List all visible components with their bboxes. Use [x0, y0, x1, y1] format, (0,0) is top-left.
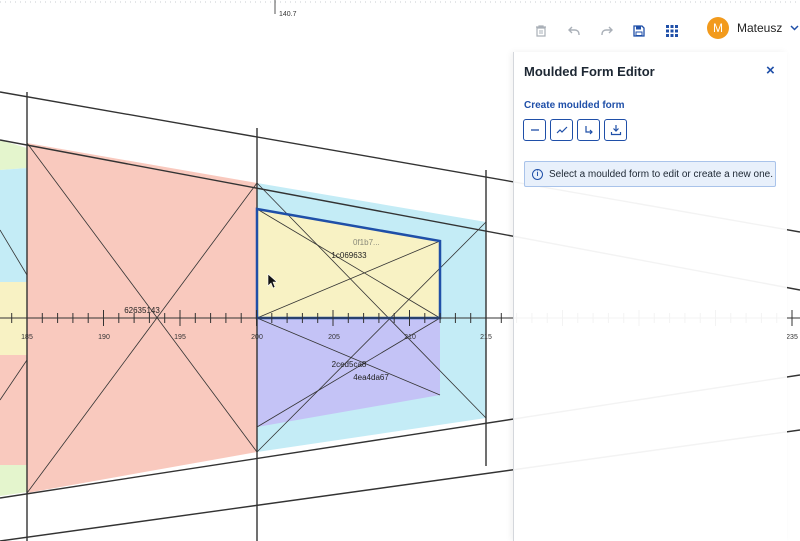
panel-title: Moulded Form Editor: [524, 64, 655, 79]
top-ruler: 140.7: [0, 0, 800, 18]
info-message-text: Select a moulded form to edit or create …: [549, 168, 774, 180]
undo-icon: [568, 26, 580, 35]
user-menu[interactable]: M Mateusz: [707, 17, 799, 39]
line-tool-icon: [530, 129, 539, 131]
info-icon: i: [532, 168, 543, 180]
grid-icon: [666, 25, 678, 37]
left-green-fragment-bottom: [0, 465, 27, 496]
lower-form-sub-label: 4ea4da67: [353, 373, 389, 382]
user-name: Mateusz: [737, 21, 783, 35]
left-cyan-fragment: [0, 168, 27, 282]
redo-button[interactable]: [594, 18, 620, 44]
tick-label-185: 185: [21, 334, 33, 341]
info-message: i Select a moulded form to edit or creat…: [524, 161, 776, 187]
save-button[interactable]: [626, 18, 652, 44]
left-salmon-fragment: [0, 355, 27, 465]
apps-grid-button[interactable]: [659, 18, 685, 44]
arrow-path-tool-button[interactable]: [577, 119, 600, 141]
create-section-title: Create moulded form: [524, 100, 625, 111]
trash-icon: [536, 25, 546, 37]
import-tool-button[interactable]: [604, 119, 627, 141]
import-tool-icon: [610, 125, 621, 136]
left-block-label: 62635143: [124, 306, 160, 315]
tick-label-200: 200: [251, 334, 263, 341]
tick-label-210: 210: [404, 334, 416, 341]
tick-label-215: 215: [480, 334, 492, 341]
avatar: M: [707, 17, 729, 39]
arrow-path-tool-icon: [584, 126, 593, 135]
top-ruler-label: 140.7: [279, 11, 297, 18]
polyline-tool-button[interactable]: [550, 119, 573, 141]
undo-button[interactable]: [561, 18, 587, 44]
upper-form-label: 1c069633: [331, 251, 367, 260]
moulded-form-editor-panel: Moulded Form Editor × Create moulded for…: [513, 52, 787, 541]
tick-label-195: 195: [174, 334, 186, 341]
redo-icon: [601, 26, 613, 35]
lower-form-label: 2ced5ca8: [332, 360, 367, 369]
save-icon: [633, 25, 645, 37]
chevron-down-icon: [790, 25, 799, 31]
delete-button[interactable]: [528, 18, 554, 44]
polyline-tool-icon: [556, 126, 567, 134]
tick-label-235: 235: [786, 334, 798, 341]
line-tool-button[interactable]: [523, 119, 546, 141]
tick-label-190: 190: [98, 334, 110, 341]
tick-label-205: 205: [328, 334, 340, 341]
upper-form-ghost-label: 0f1b7...: [353, 238, 380, 247]
close-button[interactable]: ×: [766, 63, 775, 78]
create-tools: [523, 119, 627, 141]
